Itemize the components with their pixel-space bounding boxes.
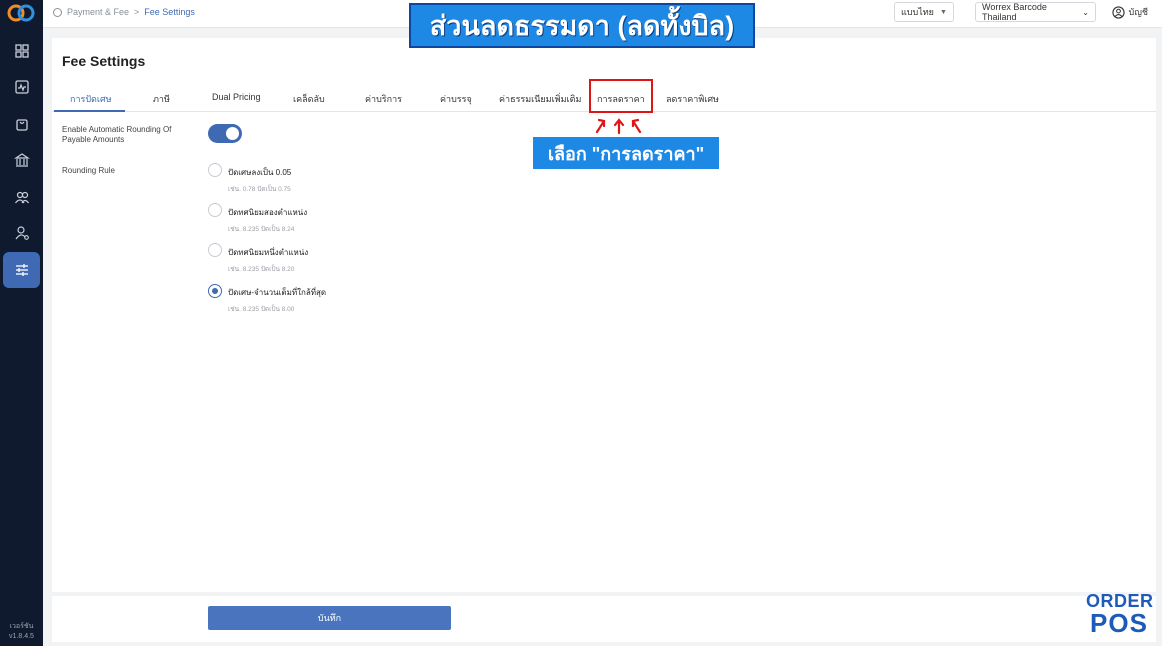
discount-tab-highlight	[589, 79, 653, 113]
rounding-option-005-radio[interactable]	[208, 163, 222, 177]
rounding-option-nearest-integer-radio[interactable]	[208, 284, 222, 298]
users-icon	[14, 191, 29, 204]
breadcrumb: Payment & Fee > Fee Settings	[53, 7, 195, 17]
pointer-arrows	[595, 118, 642, 135]
rounding-rule-label: Rounding Rule	[62, 166, 115, 175]
rounding-option-hint: เช่น. 8.235 ปัดเป็น 8.20	[228, 266, 295, 273]
store-select[interactable]: Worrex Barcode Thailand ⌄	[975, 2, 1096, 22]
sidebar-item-customers[interactable]	[3, 179, 40, 215]
auto-rounding-toggle[interactable]	[208, 124, 242, 143]
payment-icon	[53, 7, 62, 17]
sidebar-item-reports[interactable]	[3, 69, 40, 105]
sidebar-item-finance[interactable]	[3, 142, 40, 178]
sidebar-item-dashboard[interactable]	[3, 33, 40, 69]
breadcrumb-parent[interactable]: Payment & Fee	[67, 7, 129, 17]
rounding-option-hint: เช่น. 0.78 ปัดเป็น 0.75	[228, 186, 291, 193]
version-label: เวอร์ชัน	[9, 623, 34, 630]
caret-down-icon: ▼	[939, 8, 947, 16]
sidebar-item-orders[interactable]	[3, 106, 40, 142]
tab-rounding[interactable]: การปัดเศษ	[70, 92, 112, 106]
sliders-icon	[15, 264, 28, 276]
tab-service-charge[interactable]: ค่าบริการ	[365, 92, 402, 106]
user-circle-icon	[1111, 5, 1125, 19]
tab-packaging[interactable]: ค่าบรรจุ	[440, 92, 472, 106]
account-label: บัญชี	[1128, 7, 1149, 17]
version-number: v1.8.4.5	[9, 633, 34, 640]
sidebar: เวอร์ชัน v1.8.4.5	[0, 0, 43, 646]
rounding-option-label[interactable]: ปัดทศนิยมสองตำแหน่ง	[228, 206, 307, 219]
app-logo[interactable]	[6, 2, 36, 24]
activity-icon	[14, 80, 29, 94]
bag-icon	[15, 119, 28, 131]
user-settings-icon	[15, 226, 29, 240]
rounding-option-hint: เช่น. 8.235 ปัดเป็น 8.24	[228, 226, 295, 233]
tab-tax[interactable]: ภาษี	[153, 92, 170, 106]
save-button[interactable]: บันทึก	[208, 606, 451, 630]
account-menu[interactable]: บัญชี	[1111, 5, 1149, 19]
rounding-option-one-decimal-radio[interactable]	[208, 243, 222, 257]
page-title: Fee Settings	[62, 53, 146, 69]
language-select[interactable]: แบบไทย ▼	[894, 2, 954, 22]
orderpos-watermark: ORDER POS	[1086, 592, 1153, 638]
tab-tips[interactable]: เคล็ดลับ	[293, 92, 325, 106]
language-value: แบบไทย	[901, 7, 934, 17]
chevron-down-icon: ⌄	[1082, 7, 1089, 17]
bank-icon	[13, 153, 30, 167]
tab-special-discount[interactable]: ลดราคาพิเศษ	[666, 92, 719, 106]
rounding-option-label[interactable]: ปัดทศนิยมหนึ่งตำแหน่ง	[228, 246, 308, 259]
rounding-option-two-decimal-radio[interactable]	[208, 203, 222, 217]
rounding-option-label[interactable]: ปัดเศษลงเป็น 0.05	[228, 166, 291, 179]
rounding-option-label[interactable]: ปัดเศษ-จำนวนเต็มที่ใกล้ที่สุด	[228, 286, 326, 299]
rounding-option-hint: เช่น. 8.235 ปัดเป็น 8.00	[228, 306, 295, 313]
brand-bottom: POS	[1090, 608, 1148, 638]
auto-rounding-label: Enable Automatic Rounding Of Payable Amo…	[62, 125, 172, 144]
tutorial-banner: ส่วนลดธรรมดา (ลดทั้งบิล)	[409, 3, 755, 48]
breadcrumb-separator: >	[134, 7, 140, 17]
sidebar-item-staff[interactable]	[3, 215, 40, 251]
breadcrumb-current: Fee Settings	[144, 7, 195, 17]
footer-bar: บันทึก	[52, 596, 1156, 642]
store-value: Worrex Barcode Thailand	[982, 2, 1047, 22]
tab-additional-fees[interactable]: ค่าธรรมเนียมเพิ่มเติม	[499, 92, 581, 106]
tab-dual-pricing[interactable]: Dual Pricing	[212, 92, 261, 102]
grid-icon	[14, 44, 29, 58]
sidebar-item-settings[interactable]	[3, 252, 40, 288]
active-tab-indicator	[54, 110, 125, 112]
toggle-knob	[226, 127, 239, 140]
tutorial-callout: เลือก "การลดราคา"	[533, 137, 719, 169]
